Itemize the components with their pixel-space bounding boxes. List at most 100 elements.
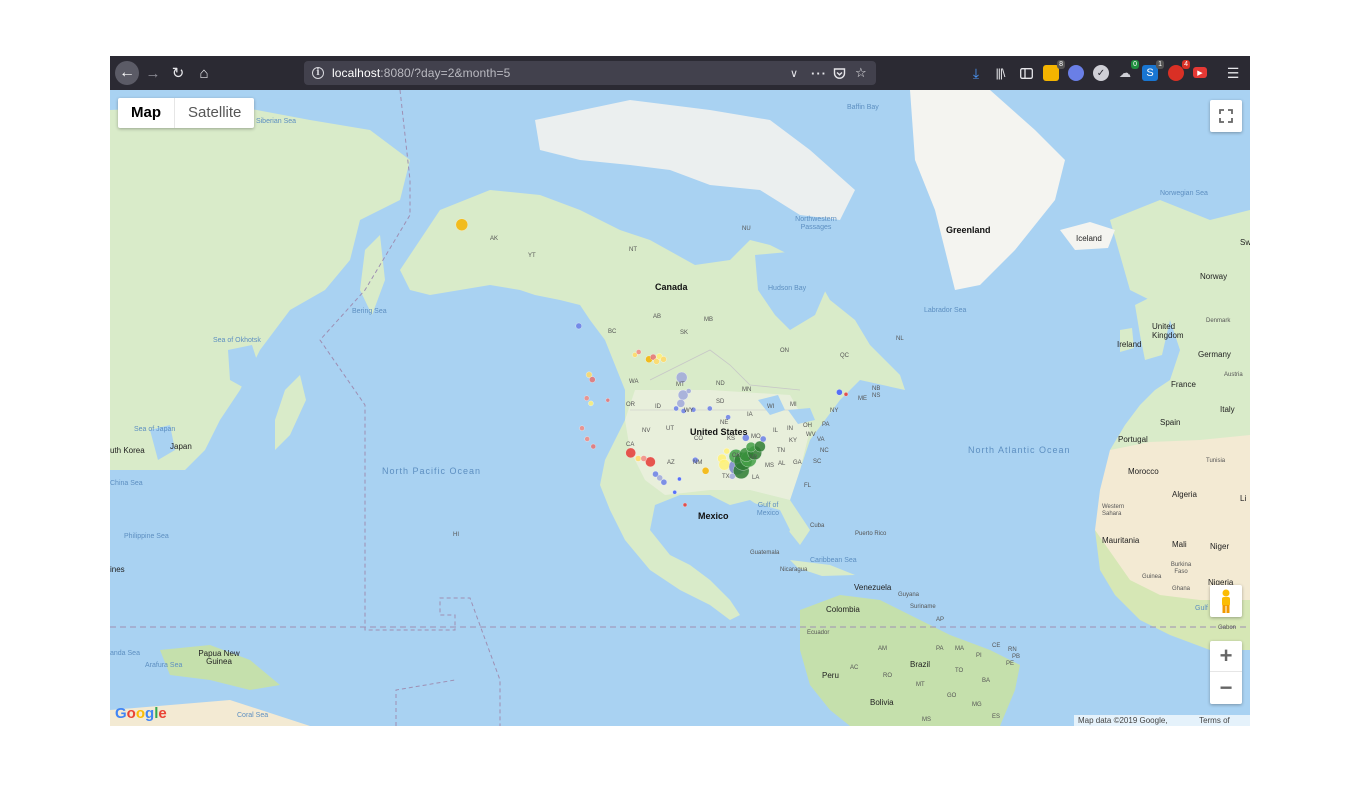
sidebar-icon[interactable] [1018, 65, 1034, 81]
zoom-out-button[interactable]: − [1210, 672, 1242, 703]
map-marker-bc[interactable] [575, 322, 583, 330]
badge: 4 [1182, 60, 1190, 69]
terms-link[interactable]: Terms of Use [1199, 715, 1246, 726]
western-sahara-label: Western Sahara [1102, 504, 1125, 517]
map-marker-wa-2[interactable] [589, 376, 596, 383]
map-marker-ia-2[interactable] [707, 405, 713, 412]
extension-icon[interactable] [1068, 65, 1084, 81]
region-nb: NB [872, 386, 881, 392]
map-marker-nb-1[interactable] [843, 392, 849, 397]
mauritania-label: Mauritania [1102, 536, 1140, 545]
region-pi: PI [976, 653, 982, 659]
baffin-bay-label: Baffin Bay [847, 104, 879, 111]
map-marker-mb-1[interactable] [660, 356, 667, 363]
map-marker-az-1[interactable] [625, 447, 636, 459]
download-icon[interactable]: ⤓ [968, 65, 984, 81]
philippine-sea-label: Philippine Sea [124, 533, 169, 540]
map-type-satellite-button[interactable]: Satellite [174, 98, 254, 128]
map-marker-tx-3[interactable] [660, 478, 668, 486]
map-marker-mx-1[interactable] [672, 490, 677, 495]
zoom-in-button[interactable]: + [1210, 641, 1242, 672]
url-text[interactable]: localhost:8080/?day=2&month=5 [332, 66, 510, 80]
menu-icon[interactable]: ☰ [1225, 65, 1241, 81]
niger-label: Niger [1210, 542, 1230, 551]
map-marker-ns-1[interactable] [836, 389, 843, 396]
map-marker-ca-2[interactable] [584, 436, 590, 442]
chevron-down-icon[interactable]: ∨ [790, 64, 798, 82]
extension-icon[interactable]: 4 [1168, 60, 1190, 81]
gulf-of-mexico-label: Gulf of Mexico [756, 502, 780, 517]
map-marker-mn-1[interactable] [685, 388, 692, 394]
map-marker-il-1[interactable] [725, 414, 731, 420]
region-mt: MT [676, 382, 685, 388]
home-icon[interactable]: ⌂ [192, 61, 216, 85]
norway-label: Norway [1200, 272, 1228, 281]
map-marker-ca-3[interactable] [590, 443, 597, 450]
greenland-label: Greenland [946, 225, 991, 235]
extension-icon[interactable]: ☁ 0 [1117, 60, 1139, 81]
burkina-faso-label: Burkina Faso [1170, 562, 1192, 575]
guatemala-label: Guatemala [750, 550, 780, 556]
map-marker-or-2[interactable] [588, 400, 594, 407]
extension-icon[interactable]: ✓ [1093, 65, 1109, 81]
forward-arrow-icon[interactable]: → [141, 61, 165, 85]
region-go: GO [947, 693, 957, 699]
library-icon[interactable]: |||\ [992, 65, 1008, 81]
denmark-label: Denmark [1206, 318, 1231, 324]
portugal-label: Portugal [1118, 435, 1148, 444]
more-icon[interactable]: ··· [811, 64, 827, 82]
map-marker-ms-2[interactable] [718, 458, 731, 471]
map-marker-ab-2[interactable] [635, 349, 642, 355]
info-icon[interactable]: i [312, 67, 324, 79]
extension-icon[interactable]: ▶ [1193, 67, 1207, 78]
street-view-pegman-button[interactable] [1210, 585, 1242, 617]
back-arrow-icon[interactable]: ← [115, 61, 139, 85]
puerto-rico-label: Puerto Rico [855, 531, 887, 537]
zoom-control: + − [1210, 641, 1242, 704]
region-es: ES [992, 714, 1001, 720]
region-ba: BA [982, 678, 991, 684]
map-marker-alaska[interactable] [455, 218, 469, 231]
map-marker-tx-4[interactable] [677, 476, 682, 482]
italy-label: Italy [1220, 405, 1235, 414]
banda-sea-label: anda Sea [110, 650, 140, 657]
map-marker-ms-3[interactable] [729, 473, 736, 480]
map-marker-ca-1[interactable] [579, 425, 585, 431]
ecuador-label: Ecuador [807, 630, 830, 636]
map-marker-nc-1[interactable] [754, 440, 766, 453]
suriname-label: Suriname [910, 604, 936, 610]
map-marker-mx-2[interactable] [682, 502, 688, 508]
map-marker-va-1[interactable] [759, 435, 767, 443]
map-marker-sd-2[interactable] [676, 399, 686, 408]
map-type-map-button[interactable]: Map [118, 98, 174, 128]
map-marker-ne-1[interactable] [673, 405, 679, 412]
reload-icon[interactable]: ↻ [166, 61, 190, 85]
map-canvas[interactable]: North Pacific Ocean North Atlantic Ocean… [110, 90, 1250, 726]
map-marker-az-2[interactable] [634, 455, 642, 462]
region-wv: WV [806, 432, 816, 438]
region-nm: NM [693, 460, 703, 466]
extension-icon[interactable]: 8 [1043, 60, 1065, 81]
star-icon[interactable]: ☆ [855, 64, 867, 82]
region-nc: NC [820, 448, 829, 454]
region-nv: NV [642, 428, 651, 434]
region-ga: GA [793, 460, 802, 466]
mali-label: Mali [1172, 540, 1187, 549]
region-ut: UT [666, 426, 674, 432]
nicaragua-label: Nicaragua [780, 567, 808, 573]
extension-icon[interactable]: S1 [1142, 60, 1164, 81]
region-tn: TN [777, 448, 785, 454]
coral-sea-label: Coral Sea [237, 712, 269, 719]
fullscreen-button[interactable] [1210, 100, 1242, 132]
pocket-icon[interactable] [833, 64, 846, 82]
region-ne: NE [720, 420, 729, 426]
url-bar[interactable]: i localhost:8080/?day=2&month=5 ∨ ··· ☆ [304, 61, 876, 85]
map-marker-la-1[interactable] [701, 467, 710, 475]
region-ro: RO [883, 673, 892, 679]
region-ny: NY [830, 408, 839, 414]
map-marker-or-1[interactable] [583, 395, 590, 401]
map-marker-id-1[interactable] [605, 397, 611, 403]
map-marker-tn-1[interactable] [723, 447, 730, 455]
map-marker-nm-2[interactable] [640, 455, 648, 462]
region-nt: NT [629, 247, 637, 253]
